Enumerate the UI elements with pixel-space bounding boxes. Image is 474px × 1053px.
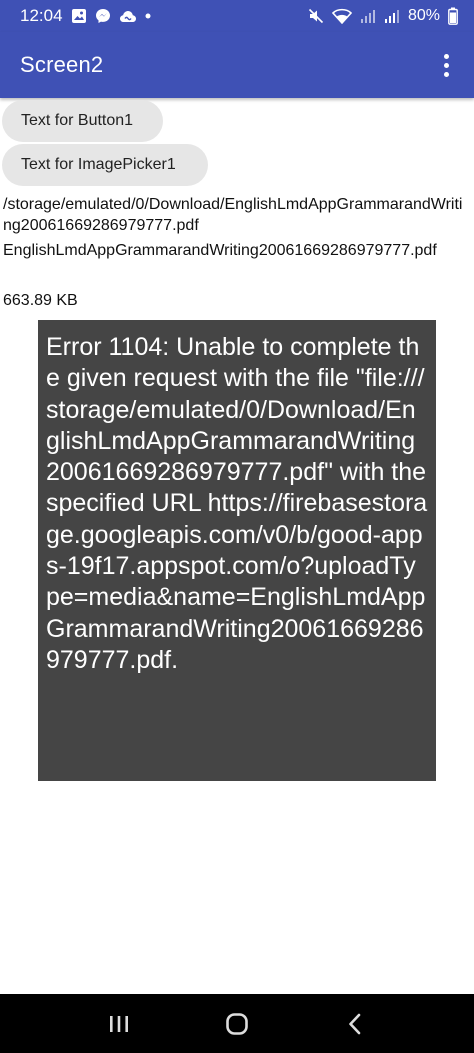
error-toast: Error 1104: Unable to complete the given… — [38, 320, 436, 781]
file-size-label: 663.89 KB — [3, 292, 78, 309]
messenger-icon — [95, 8, 111, 24]
button1[interactable]: Text for Button1 — [2, 100, 163, 142]
back-icon[interactable] — [330, 999, 380, 1049]
screen: 12:04 80% Screen2 Text for Button1 Text … — [0, 0, 474, 1053]
home-icon[interactable] — [212, 999, 262, 1049]
overflow-dot — [443, 53, 449, 59]
status-bar-right: 80% — [308, 7, 458, 25]
battery-icon — [448, 7, 458, 25]
status-bar-left: 12:04 — [20, 6, 151, 26]
status-time: 12:04 — [20, 6, 63, 25]
dot-icon — [145, 13, 151, 19]
battery-percent: 80% — [407, 7, 440, 24]
file-path-label: /storage/emulated/0/Download/EnglishLmdA… — [3, 196, 463, 234]
app-bar: Screen2 — [0, 32, 474, 98]
overflow-dot — [443, 62, 449, 68]
imagepicker1-button[interactable]: Text for ImagePicker1 — [2, 144, 208, 186]
overflow-dot — [443, 71, 449, 77]
app-title: Screen2 — [20, 52, 104, 77]
recents-icon[interactable] — [94, 999, 144, 1049]
signal-icon — [360, 8, 376, 24]
signal-icon — [384, 8, 400, 24]
status-bar: 12:04 80% — [0, 0, 474, 32]
overflow-menu-icon[interactable] — [432, 45, 460, 85]
mute-icon — [308, 8, 324, 24]
photo-icon — [71, 8, 87, 24]
wifi-icon — [331, 8, 352, 24]
cloud-icon — [119, 9, 137, 23]
file-name-label: EnglishLmdAppGrammarandWriting2006166928… — [3, 242, 437, 259]
navigation-bar — [0, 994, 474, 1053]
